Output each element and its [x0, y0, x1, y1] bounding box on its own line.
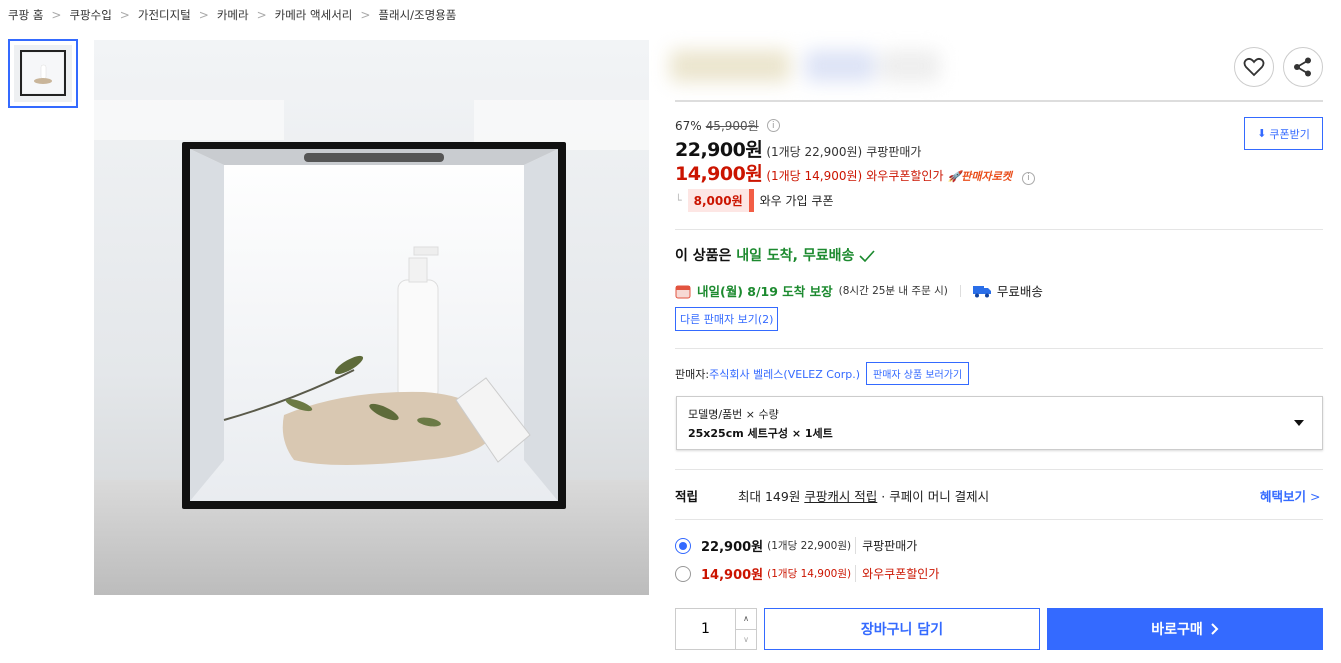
seller-products-link[interactable]: 판매자 상품 보러가기: [866, 362, 970, 385]
option-select[interactable]: 모델명/품번 × 수량 25x25cm 세트구성 × 1세트: [676, 396, 1323, 450]
original-price: 45,900원: [705, 119, 759, 133]
chevron-down-icon: ∨: [743, 634, 749, 644]
sale-unit-price: (1개당 22,900원): [766, 145, 863, 159]
other-sellers-button[interactable]: 다른 판매자 보기(2): [675, 307, 779, 331]
product-title-blurred: [660, 38, 945, 94]
discount-row: 67% 45,900원 i: [675, 117, 780, 134]
chevron-right-icon: >: [1310, 489, 1321, 504]
info-icon[interactable]: i: [766, 119, 780, 132]
buy-now-button[interactable]: 바로구매: [1047, 608, 1323, 650]
share-button[interactable]: [1283, 47, 1323, 87]
breadcrumb: 쿠팡 홈 > 쿠팡수입 > 가전디지털 > 카메라 > 카메라 액세서리 > 플래시/조명…: [8, 7, 456, 23]
option-label: 와우쿠폰할인가: [855, 565, 939, 582]
delivery-headline: 이 상품은 내일 도착, 무료배송: [675, 245, 875, 265]
free-shipping: 무료배송: [996, 284, 1043, 299]
sale-label: 쿠팡판매가: [866, 145, 922, 159]
price-option-row[interactable]: 22,900원 (1개당 22,900원) 쿠팡판매가: [675, 536, 917, 555]
radio-selected[interactable]: [675, 537, 691, 554]
breadcrumb-item[interactable]: 플래시/조명용품: [378, 7, 456, 23]
coupon-download-button[interactable]: ⬇ 쿠폰받기: [1244, 117, 1323, 150]
rocket-icon: 🚀: [947, 170, 962, 183]
chevron-right-icon: >: [256, 8, 267, 22]
coupon-price-row: 14,900원 (1개당 14,900원) 와우쿠폰할인가 🚀판매자로켓 i: [675, 159, 1035, 186]
breadcrumb-home[interactable]: 쿠팡 홈: [8, 7, 43, 23]
product-main-image: [94, 40, 649, 595]
option-value: 25x25cm 세트구성 × 1세트: [688, 427, 833, 440]
quantity-increase-button[interactable]: ∧: [736, 609, 756, 630]
chevron-right-icon: [1211, 623, 1219, 635]
breadcrumb-item[interactable]: 카메라 액세서리: [275, 7, 353, 23]
cash-link[interactable]: 쿠팡캐시 적립: [804, 489, 877, 504]
caret-down-icon: [1294, 420, 1304, 426]
option-unit: (1개당 22,900원): [767, 540, 852, 552]
wow-coupon-row: └ 8,000원 와우 가입 쿠폰: [675, 189, 834, 212]
sale-price: 22,900원: [675, 139, 763, 161]
share-icon: [1294, 57, 1311, 77]
discount-rate: 67%: [675, 118, 702, 133]
rocket-badge: 🚀판매자로켓: [947, 170, 1012, 183]
seller-row: 판매자: 주식회사 벨레스(VELEZ Corp.) 판매자 상품 보러가기: [675, 362, 970, 385]
seller-label: 판매자:: [675, 367, 710, 381]
wow-coupon-badge: 8,000원: [687, 189, 754, 212]
product-thumbnail[interactable]: [8, 39, 78, 108]
chevron-right-icon: >: [198, 8, 209, 22]
seller-name[interactable]: 주식회사 벨레스(VELEZ Corp.): [709, 366, 860, 382]
radio-unselected[interactable]: [675, 565, 691, 582]
benefit-link[interactable]: 혜택보기 >: [1260, 486, 1321, 505]
download-icon: ⬇: [1257, 127, 1267, 140]
price-option-row[interactable]: 14,900원 (1개당 14,900원) 와우쿠폰할인가: [675, 564, 939, 583]
chevron-right-icon: >: [360, 8, 371, 22]
chevron-right-icon: >: [119, 8, 130, 22]
delivery-cutoff: (8시간 25분 내 주문 시): [838, 285, 948, 297]
info-icon[interactable]: i: [1021, 171, 1035, 185]
delivery-date: 내일(월) 8/19 도착 보장: [697, 284, 833, 299]
breadcrumb-item[interactable]: 쿠팡수입: [69, 7, 111, 23]
heart-icon: [1243, 57, 1265, 77]
option-unit: (1개당 14,900원): [767, 568, 852, 580]
corner-icon: └: [675, 194, 682, 207]
coupon-price: 14,900원: [675, 163, 763, 185]
breadcrumb-item[interactable]: 가전디지털: [138, 7, 191, 23]
points-label: 적립: [675, 489, 699, 504]
option-price: 22,900원: [701, 540, 764, 555]
coupon-unit-price: (1개당 14,900원): [766, 169, 863, 183]
points-text: 최대 149원 쿠팡캐시 적립 · 쿠페이 머니 결제시: [738, 489, 990, 504]
coupon-label: 와우쿠폰할인가: [866, 169, 944, 183]
option-label: 모델명/품번 × 수량: [688, 408, 779, 421]
truck-icon: [972, 285, 991, 297]
quantity-input[interactable]: [676, 609, 736, 649]
quantity-stepper: ∧ ∨: [675, 608, 757, 650]
sale-price-row: 22,900원 (1개당 22,900원) 쿠팡판매가: [675, 135, 921, 162]
calendar-icon: [675, 285, 691, 298]
breadcrumb-item[interactable]: 카메라: [217, 7, 249, 23]
delivery-date-row: 내일(월) 8/19 도착 보장 (8시간 25분 내 주문 시) 무료배송: [675, 281, 1043, 300]
quantity-decrease-button[interactable]: ∨: [736, 630, 756, 650]
check-icon: [859, 250, 875, 263]
wishlist-button[interactable]: [1234, 47, 1274, 87]
chevron-right-icon: >: [51, 8, 62, 22]
option-price: 14,900원: [701, 568, 764, 583]
chevron-up-icon: ∧: [743, 614, 749, 624]
option-label: 쿠팡판매가: [855, 537, 917, 554]
wow-coupon-label: 와우 가입 쿠폰: [759, 194, 834, 208]
add-to-cart-button[interactable]: 장바구니 담기: [764, 608, 1040, 650]
